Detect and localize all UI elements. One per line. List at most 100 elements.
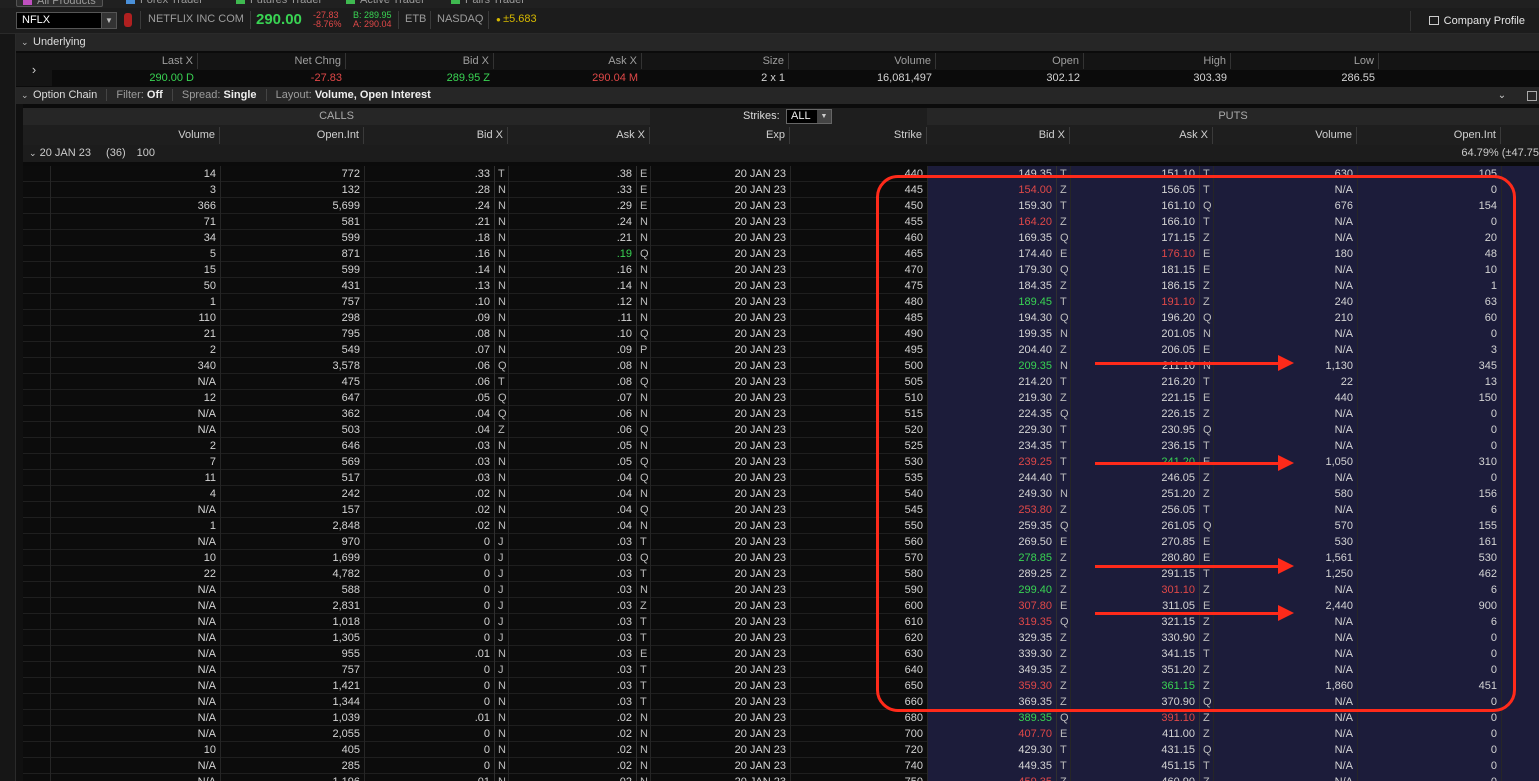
call-open-interest[interactable]: 285 (220, 758, 364, 774)
call-ask[interactable]: .03 (508, 614, 636, 630)
call-ask[interactable]: .03 (508, 534, 636, 550)
put-volume[interactable]: N/A (1213, 182, 1357, 198)
put-volume[interactable]: N/A (1213, 230, 1357, 246)
call-ask[interactable]: .19 (508, 246, 636, 262)
call-volume[interactable]: N/A (50, 598, 220, 614)
put-ask[interactable]: 151.10 (1070, 166, 1199, 182)
strike[interactable]: 520 (790, 422, 927, 438)
put-bid[interactable]: 407.70 (927, 726, 1056, 742)
strike[interactable]: 445 (790, 182, 927, 198)
strike[interactable]: 610 (790, 614, 927, 630)
put-ask[interactable]: 370.90 (1070, 694, 1199, 710)
call-bid[interactable]: .06 (364, 374, 494, 390)
expiration[interactable]: 20 JAN 23 (650, 374, 790, 390)
call-ask[interactable]: .38 (508, 166, 636, 182)
call-bid[interactable]: .02 (364, 518, 494, 534)
call-bid[interactable]: 0 (364, 662, 494, 678)
call-open-interest[interactable]: 517 (220, 470, 364, 486)
call-open-interest[interactable]: 1,421 (220, 678, 364, 694)
call-ask[interactable]: .06 (508, 406, 636, 422)
underlying-col-header[interactable]: Ask X (494, 53, 642, 69)
put-volume[interactable]: N/A (1213, 726, 1357, 742)
expiration[interactable]: 20 JAN 23 (650, 278, 790, 294)
put-open-interest[interactable]: 0 (1357, 694, 1501, 710)
expiration[interactable]: 20 JAN 23 (650, 550, 790, 566)
underlying-col-header[interactable]: High (1083, 53, 1231, 69)
put-bid[interactable]: 179.30 (927, 262, 1056, 278)
strike[interactable]: 515 (790, 406, 927, 422)
call-ask[interactable]: .05 (508, 454, 636, 470)
strike[interactable]: 750 (790, 774, 927, 781)
put-open-interest[interactable]: 10 (1357, 262, 1501, 278)
filter-control[interactable]: Filter: Off (116, 89, 162, 101)
spread-control[interactable]: Spread: Single (182, 89, 257, 101)
call-ask[interactable]: .04 (508, 486, 636, 502)
call-volume[interactable]: 366 (50, 198, 220, 214)
put-bid[interactable]: 174.40 (927, 246, 1056, 262)
put-bid[interactable]: 319.35 (927, 614, 1056, 630)
call-bid[interactable]: 0 (364, 598, 494, 614)
call-bid[interactable]: .14 (364, 262, 494, 278)
call-volume[interactable]: N/A (50, 422, 220, 438)
put-open-interest[interactable]: 0 (1357, 214, 1501, 230)
call-bid[interactable]: .03 (364, 438, 494, 454)
put-bid[interactable]: 307.80 (927, 598, 1056, 614)
table-row[interactable]: 12 647.05 .07 20 JAN 23 510 219.30 221.15 440 15… (23, 390, 1539, 406)
expiration[interactable]: 20 JAN 23 (650, 294, 790, 310)
put-ask[interactable]: 236.15 (1070, 438, 1199, 454)
put-open-interest[interactable]: 0 (1357, 646, 1501, 662)
call-volume[interactable]: 5 (50, 246, 220, 262)
put-open-interest[interactable]: 0 (1357, 742, 1501, 758)
call-open-interest[interactable]: 647 (220, 390, 364, 406)
call-ask[interactable]: .04 (508, 470, 636, 486)
top-tab-4[interactable]: Pairs Trader (445, 0, 531, 7)
call-ask[interactable]: .14 (508, 278, 636, 294)
put-volume[interactable]: 570 (1213, 518, 1357, 534)
expiration[interactable]: 20 JAN 23 (650, 582, 790, 598)
put-ask[interactable]: 230.95 (1070, 422, 1199, 438)
strike[interactable]: 495 (790, 342, 927, 358)
put-ask[interactable]: 206.05 (1070, 342, 1199, 358)
strike[interactable]: 580 (790, 566, 927, 582)
strike[interactable]: 535 (790, 470, 927, 486)
table-row[interactable]: N/A 362.04.06 20 JAN 23 515 224.35 226.15 N/A 0… (23, 406, 1539, 422)
expiration[interactable]: 20 JAN 23 (650, 502, 790, 518)
put-bid[interactable]: 299.40 (927, 582, 1056, 598)
put-volume[interactable]: 630 (1213, 166, 1357, 182)
column-header[interactable]: Strike (790, 127, 927, 144)
expiration[interactable]: 20 JAN 23 (650, 678, 790, 694)
put-open-interest[interactable]: 6 (1357, 614, 1501, 630)
put-open-interest[interactable]: 13 (1357, 374, 1501, 390)
call-open-interest[interactable]: 871 (220, 246, 364, 262)
call-volume[interactable]: 3 (50, 182, 220, 198)
put-open-interest[interactable]: 0 (1357, 710, 1501, 726)
call-open-interest[interactable]: 2,055 (220, 726, 364, 742)
expiration[interactable]: 20 JAN 23 (650, 726, 790, 742)
call-ask[interactable]: .03 (508, 582, 636, 598)
call-bid[interactable]: .02 (364, 502, 494, 518)
call-open-interest[interactable]: 795 (220, 326, 364, 342)
company-profile-button[interactable]: Company Profile (1409, 11, 1539, 31)
strike[interactable]: 590 (790, 582, 927, 598)
table-row[interactable]: 5 871.16 .19 20 JAN 23 465 174.40 176.10 180 48 N… (23, 246, 1539, 262)
put-bid[interactable]: 239.25 (927, 454, 1056, 470)
expiry-row[interactable]: ⌄ 20 JAN 23 (36) 100 64.79% (±47.75 (23, 145, 1539, 162)
put-volume[interactable]: 1,130 (1213, 358, 1357, 374)
call-open-interest[interactable]: 1,699 (220, 550, 364, 566)
put-open-interest[interactable]: 105 (1357, 166, 1501, 182)
put-bid[interactable]: 278.85 (927, 550, 1056, 566)
call-ask[interactable]: .10 (508, 326, 636, 342)
call-volume[interactable]: N/A (50, 406, 220, 422)
call-volume[interactable]: 4 (50, 486, 220, 502)
call-volume[interactable]: 340 (50, 358, 220, 374)
put-ask[interactable]: 341.15 (1070, 646, 1199, 662)
call-bid[interactable]: .21 (364, 214, 494, 230)
strike[interactable]: 500 (790, 358, 927, 374)
strike[interactable]: 510 (790, 390, 927, 406)
call-volume[interactable]: 14 (50, 166, 220, 182)
call-ask[interactable]: .09 (508, 342, 636, 358)
put-ask[interactable]: 280.80 (1070, 550, 1199, 566)
put-open-interest[interactable]: 155 (1357, 518, 1501, 534)
call-open-interest[interactable]: 757 (220, 662, 364, 678)
table-row[interactable]: 14 772.33 .38 20 JAN 23 440 149.35 151.10 630 10… (23, 166, 1539, 182)
